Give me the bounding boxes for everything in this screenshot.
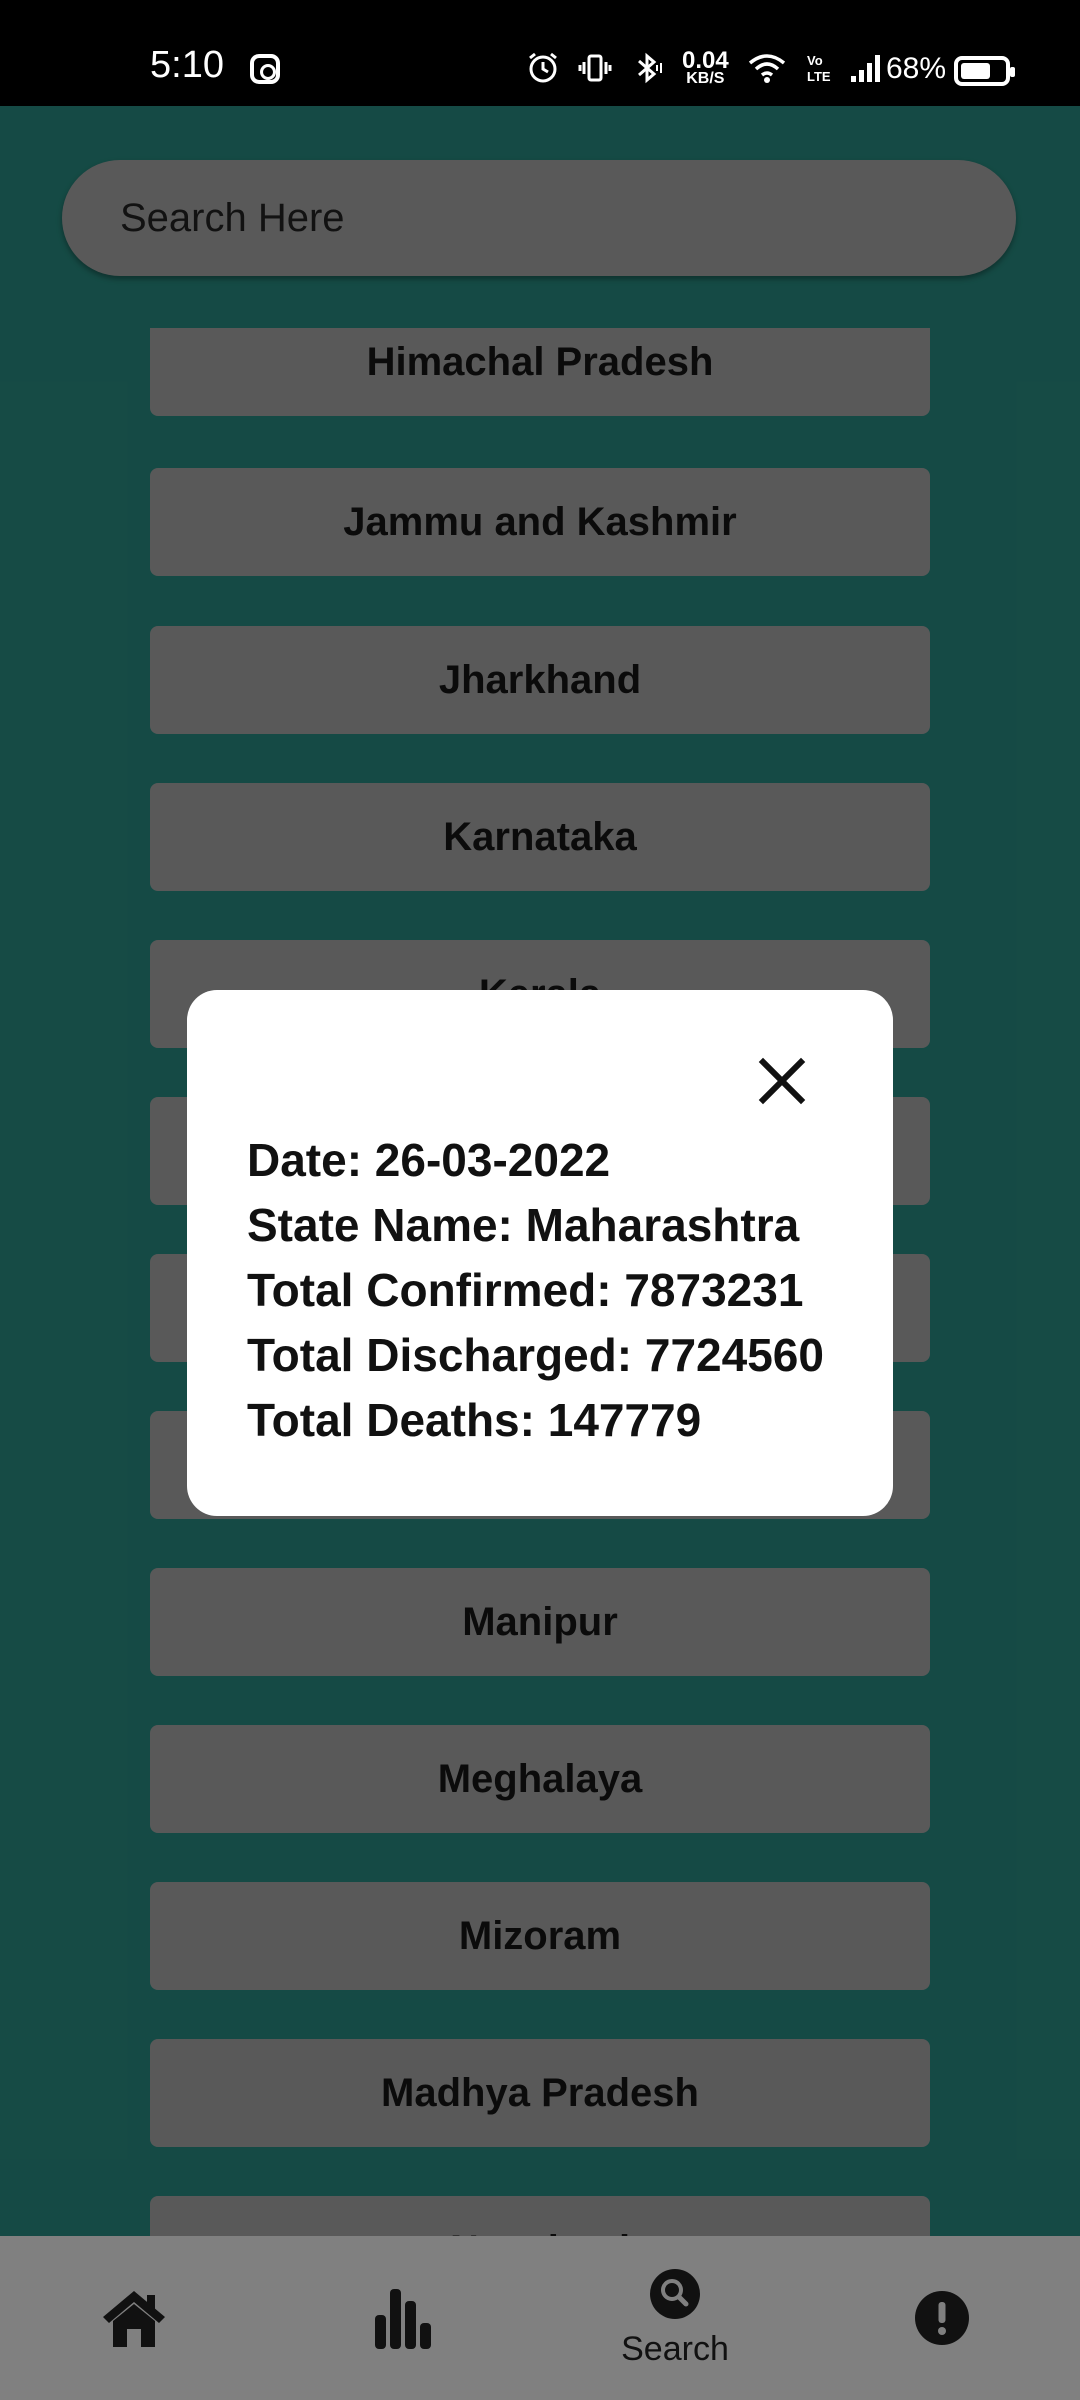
dialog-total-discharged: Total Discharged: 7724560 <box>247 1329 824 1381</box>
battery-icon <box>954 56 1015 86</box>
network-rate: 0.04 KB/S <box>682 47 729 87</box>
alarm-icon <box>529 52 557 83</box>
battery-fill <box>961 63 990 79</box>
status-time: 5:10 <box>150 44 224 86</box>
wifi-icon <box>748 54 785 83</box>
svg-text:Vo: Vo <box>807 53 823 68</box>
network-rate-value: 0.04 <box>682 47 729 74</box>
info-icon <box>915 2291 969 2345</box>
nav-info[interactable] <box>914 2236 970 2400</box>
dialog-date: Date: 26-03-2022 <box>247 1134 611 1186</box>
bluetooth-icon <box>638 52 662 84</box>
nav-search[interactable]: Search <box>605 2236 745 2400</box>
dialog-state-name: State Name: Maharashtra <box>247 1199 800 1251</box>
nav-search-label: Search <box>621 2329 729 2368</box>
status-icons: 0.04 KB/S Vo LTE <box>526 47 883 87</box>
dialog-details: Date: 26-03-2022 State Name: Maharashtra… <box>247 1128 824 1453</box>
network-rate-unit: KB/S <box>686 69 725 87</box>
instagram-icon <box>250 54 280 84</box>
state-details-dialog: Date: 26-03-2022 State Name: Maharashtra… <box>187 990 893 1516</box>
close-icon[interactable] <box>747 1046 817 1116</box>
signal-icon <box>850 54 880 82</box>
search-icon <box>650 2268 700 2319</box>
status-bar: 5:10 0.04 KB/S Vo LTE 68% <box>0 0 1080 106</box>
nav-stats[interactable] <box>363 2236 443 2400</box>
dialog-total-confirmed: Total Confirmed: 7873231 <box>247 1264 804 1316</box>
home-icon <box>103 2291 165 2347</box>
svg-text:LTE: LTE <box>807 69 831 84</box>
dialog-total-deaths: Total Deaths: 147779 <box>247 1394 702 1446</box>
vibrate-icon <box>578 54 612 82</box>
bar-chart-icon <box>375 2289 431 2349</box>
nav-home[interactable] <box>94 2236 174 2400</box>
battery-percent: 68% <box>886 52 947 85</box>
volte-icon: Vo LTE <box>807 53 831 84</box>
bottom-navigation: Search <box>0 2236 1080 2400</box>
